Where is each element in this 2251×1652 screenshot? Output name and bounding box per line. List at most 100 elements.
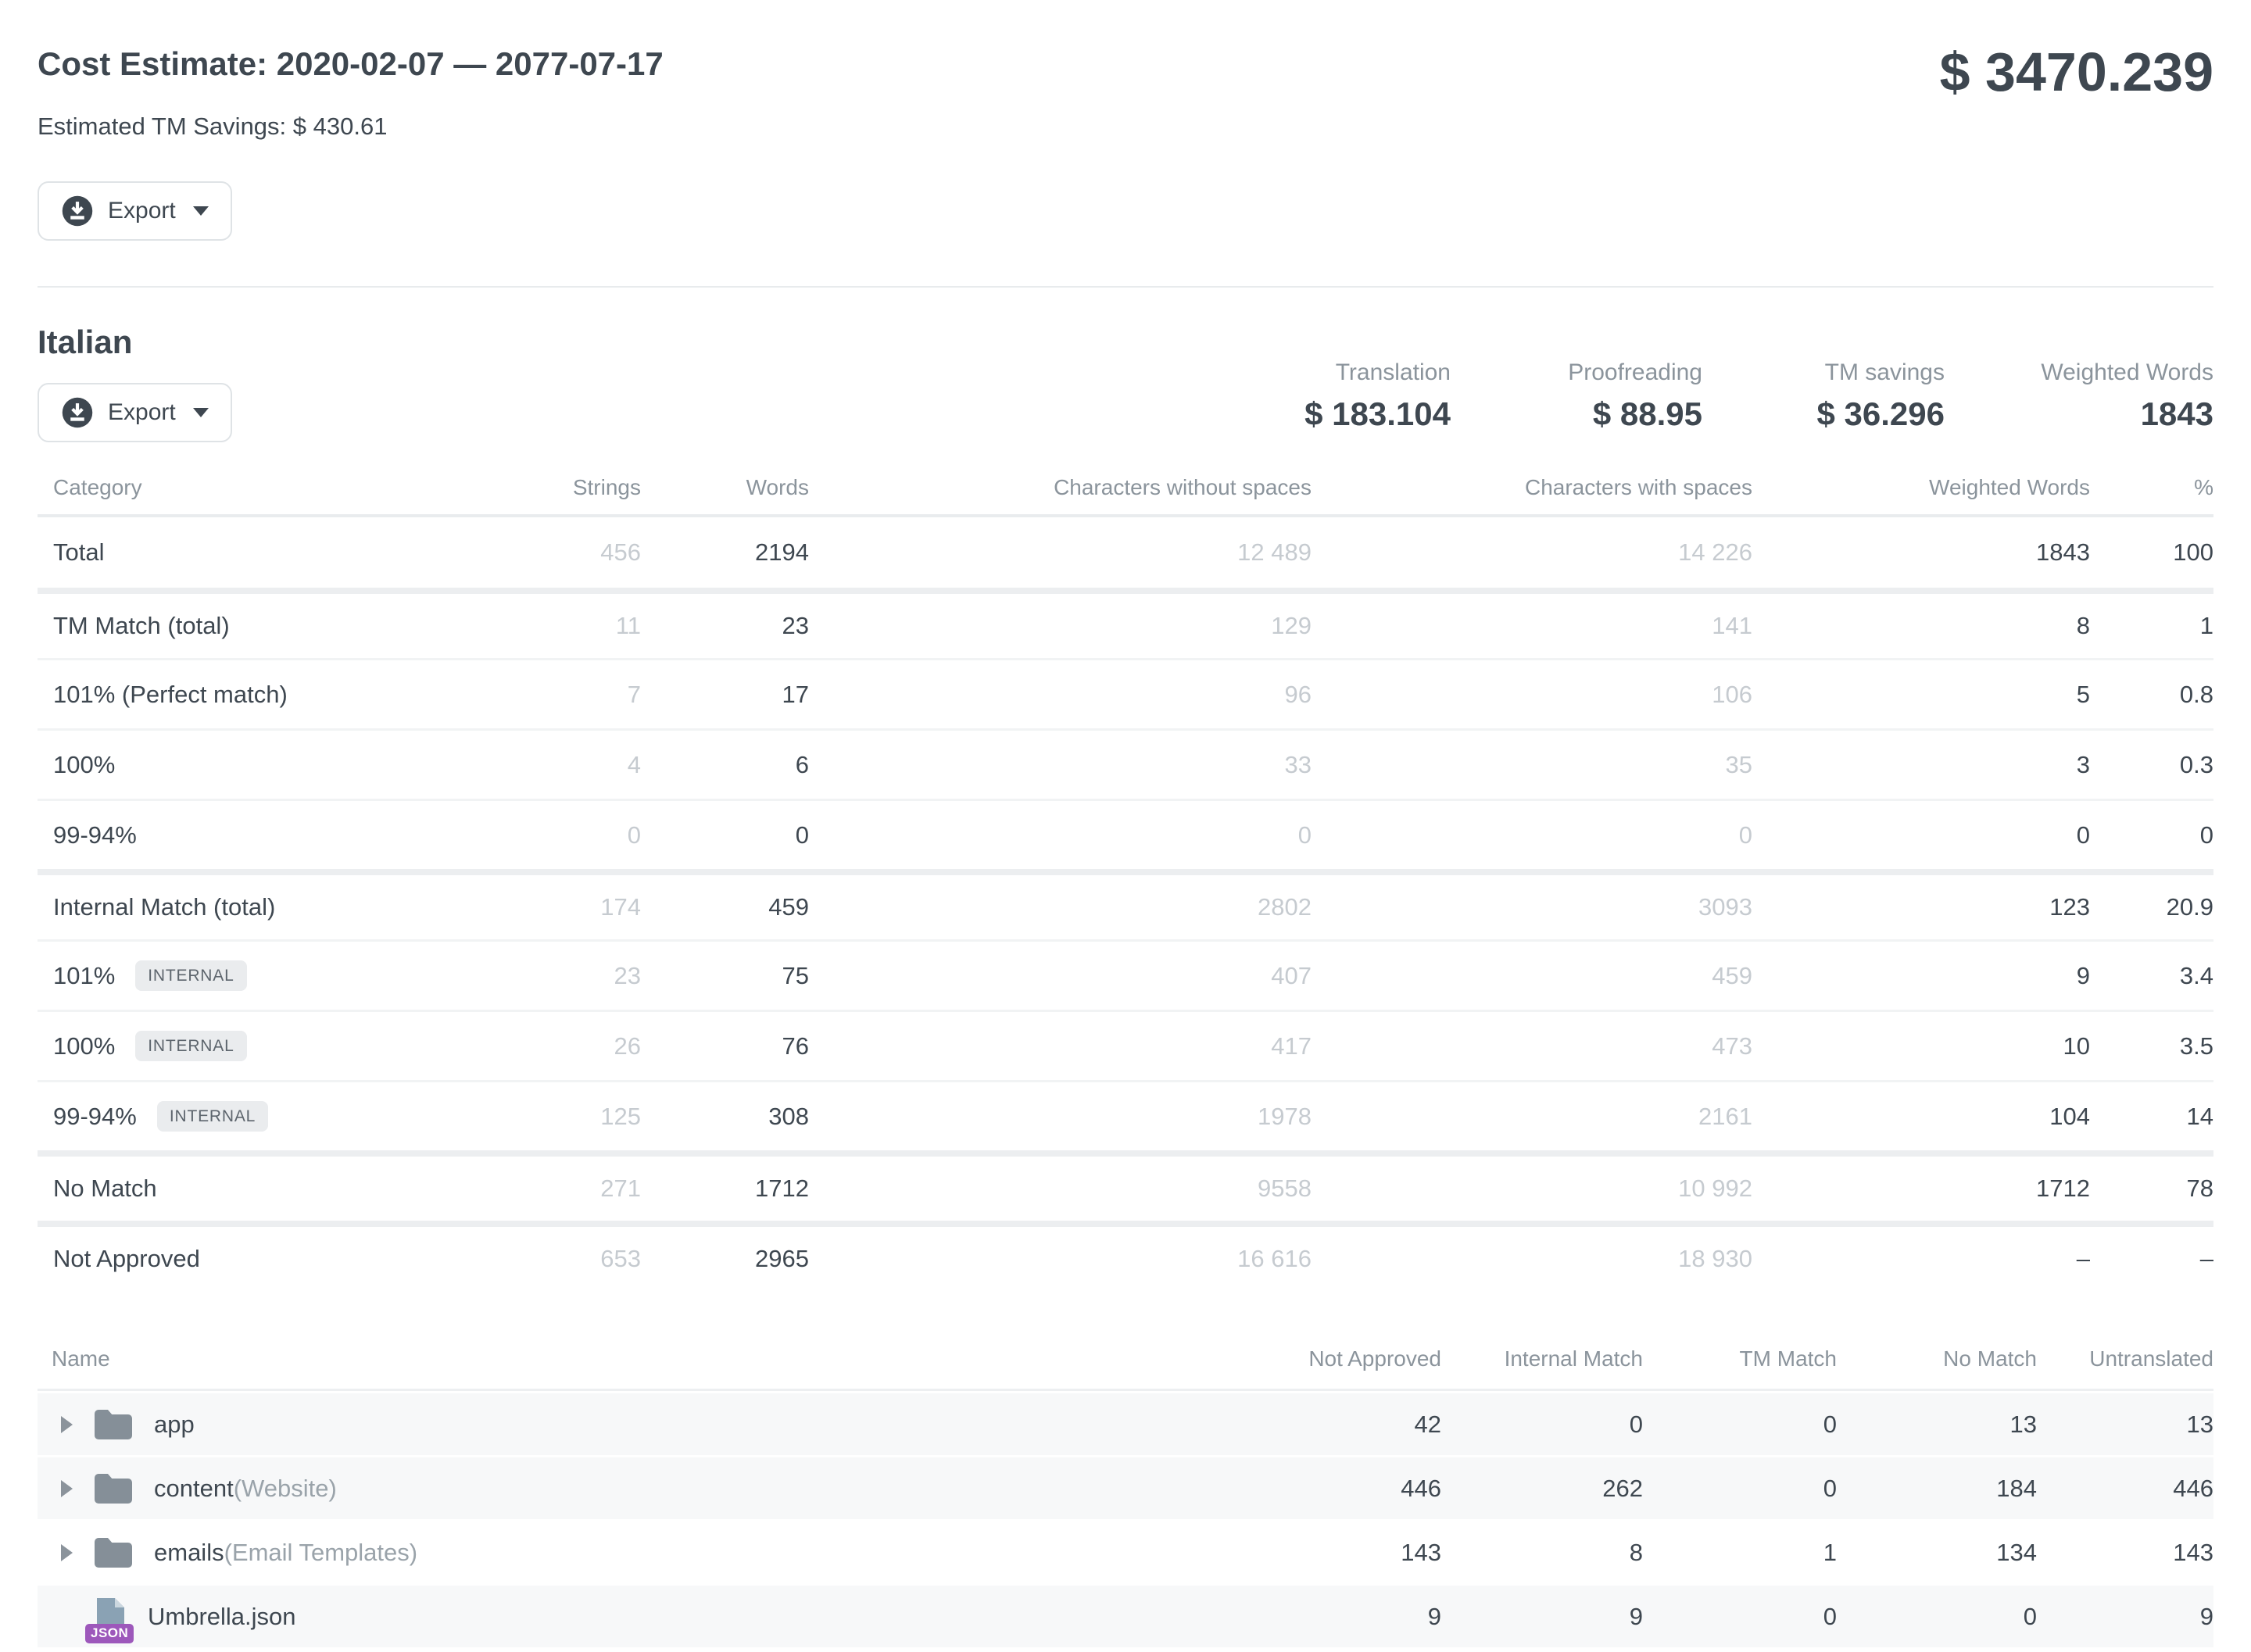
internal-badge: INTERNAL	[135, 1031, 246, 1061]
words-value: 23	[641, 612, 809, 640]
file-name-suffix: (Website)	[234, 1475, 337, 1503]
characters-with-spaces-value: 0	[1312, 821, 1752, 849]
expand-caret-icon[interactable]	[61, 1544, 73, 1561]
untranslated-value: 9	[2037, 1603, 2213, 1631]
category-table-row: 100% 4 6 33 35 3 0.3	[38, 728, 2213, 799]
weighted-words-value: 123	[1752, 893, 2090, 921]
col-untranslated: Untranslated	[2037, 1346, 2213, 1371]
chevron-down-icon	[193, 206, 209, 216]
file-row[interactable]: JSON Umbrella.json 9 9 0 0 9	[38, 1583, 2213, 1647]
section-divider	[38, 286, 2213, 288]
weighted-words-value: 8	[1752, 612, 2090, 640]
export-button-language[interactable]: Export	[38, 383, 232, 442]
category-table-row: Internal Match (total) 174 459 2802 3093…	[38, 869, 2213, 939]
strings-value: 174	[453, 893, 641, 921]
words-value: 1712	[641, 1175, 809, 1203]
not-approved-value: 42	[1199, 1411, 1441, 1439]
characters-with-spaces-value: 18 930	[1312, 1245, 1752, 1273]
characters-without-spaces-value: 1978	[809, 1103, 1312, 1131]
tm-savings-subtitle: Estimated TM Savings: $ 430.61	[38, 113, 2213, 141]
cost-estimate-page: Cost Estimate: 2020-02-07 — 2077-07-17 $…	[0, 0, 2251, 1652]
characters-without-spaces-value: 33	[809, 751, 1312, 779]
not-approved-value: 9	[1199, 1603, 1441, 1631]
folder-icon	[93, 1408, 134, 1441]
stat-value: $ 183.104	[1201, 395, 1451, 433]
no-match-value: 13	[1837, 1411, 2037, 1439]
language-head-left: Italian Export	[38, 324, 232, 442]
tm-match-value: 0	[1643, 1603, 1837, 1631]
stat-label: Proofreading	[1451, 359, 1702, 386]
folder-icon	[93, 1472, 134, 1505]
stat-label: TM savings	[1702, 359, 1945, 386]
language-stats: Translation $ 183.104 Proofreading $ 88.…	[1201, 359, 2213, 433]
weighted-words-value: –	[1752, 1245, 2090, 1273]
file-name: emails	[154, 1539, 224, 1567]
weighted-words-value: 5	[1752, 681, 2090, 709]
expand-caret-icon[interactable]	[61, 1416, 73, 1433]
col-tm-match: TM Match	[1643, 1346, 1837, 1371]
words-value: 308	[641, 1103, 809, 1131]
stat-translation: Translation $ 183.104	[1201, 359, 1451, 433]
stat-value: $ 88.95	[1451, 395, 1702, 433]
category-label: Not Approved	[53, 1245, 200, 1273]
file-row[interactable]: emails (Email Templates) 143 8 1 134 143	[38, 1519, 2213, 1583]
untranslated-value: 13	[2037, 1411, 2213, 1439]
category-table-header: Category Strings Words Characters withou…	[38, 463, 2213, 517]
untranslated-value: 446	[2037, 1475, 2213, 1503]
file-row[interactable]: content (Website) 446 262 0 184 446	[38, 1455, 2213, 1519]
no-match-value: 0	[1837, 1603, 2037, 1631]
strings-value: 0	[453, 821, 641, 849]
characters-with-spaces-value: 2161	[1312, 1103, 1752, 1131]
category-label: Internal Match (total)	[53, 893, 275, 921]
category-table-row: Not Approved 653 2965 16 616 18 930 – –	[38, 1221, 2213, 1291]
percent-value: 0.8	[2090, 681, 2213, 709]
internal-badge: INTERNAL	[157, 1101, 268, 1132]
language-title: Italian	[38, 324, 232, 361]
percent-value: 3.4	[2090, 962, 2213, 990]
percent-value: 1	[2090, 612, 2213, 640]
file-name: app	[154, 1411, 195, 1439]
characters-with-spaces-value: 10 992	[1312, 1175, 1752, 1203]
strings-value: 7	[453, 681, 641, 709]
expand-caret-icon[interactable]	[61, 1480, 73, 1497]
words-value: 6	[641, 751, 809, 779]
stat-proofreading: Proofreading $ 88.95	[1451, 359, 1702, 433]
characters-without-spaces-value: 407	[809, 962, 1312, 990]
percent-value: 0.3	[2090, 751, 2213, 779]
export-button-label: Export	[108, 399, 176, 426]
download-icon	[61, 195, 94, 227]
col-category: Category	[38, 475, 453, 500]
words-value: 2194	[641, 538, 809, 567]
category-table-row: 100% INTERNAL 26 76 417 473 10 3.5	[38, 1010, 2213, 1080]
col-not-approved: Not Approved	[1199, 1346, 1441, 1371]
json-file-icon: JSON	[93, 1597, 127, 1637]
characters-without-spaces-value: 16 616	[809, 1245, 1312, 1273]
strings-value: 4	[453, 751, 641, 779]
words-value: 75	[641, 962, 809, 990]
no-match-value: 184	[1837, 1475, 2037, 1503]
category-table-row: 99-94% INTERNAL 125 308 1978 2161 104 14	[38, 1080, 2213, 1150]
percent-value: 78	[2090, 1175, 2213, 1203]
file-row[interactable]: app 42 0 0 13 13	[38, 1391, 2213, 1455]
stat-value: 1843	[1945, 395, 2213, 433]
file-name-suffix: (Email Templates)	[224, 1539, 418, 1567]
export-button-top[interactable]: Export	[38, 181, 232, 241]
category-table: Category Strings Words Characters withou…	[38, 463, 2213, 1291]
characters-without-spaces-value: 0	[809, 821, 1312, 849]
col-no-match: No Match	[1837, 1346, 2037, 1371]
not-approved-value: 143	[1199, 1539, 1441, 1567]
strings-value: 11	[453, 612, 641, 640]
internal-match-value: 8	[1441, 1539, 1643, 1567]
category-label: 99-94%	[53, 1103, 137, 1131]
untranslated-value: 143	[2037, 1539, 2213, 1567]
files-table: Name Not Approved Internal Match TM Matc…	[38, 1336, 2213, 1647]
language-section-head: Italian Export Translation $ 183.104	[38, 324, 2213, 442]
characters-without-spaces-value: 96	[809, 681, 1312, 709]
strings-value: 125	[453, 1103, 641, 1131]
files-table-body: app 42 0 0 13 13 content (Website) 446 2…	[38, 1391, 2213, 1647]
percent-value: 100	[2090, 538, 2213, 567]
characters-without-spaces-value: 2802	[809, 893, 1312, 921]
percent-value: 0	[2090, 821, 2213, 849]
characters-with-spaces-value: 141	[1312, 612, 1752, 640]
internal-match-value: 9	[1441, 1603, 1643, 1631]
